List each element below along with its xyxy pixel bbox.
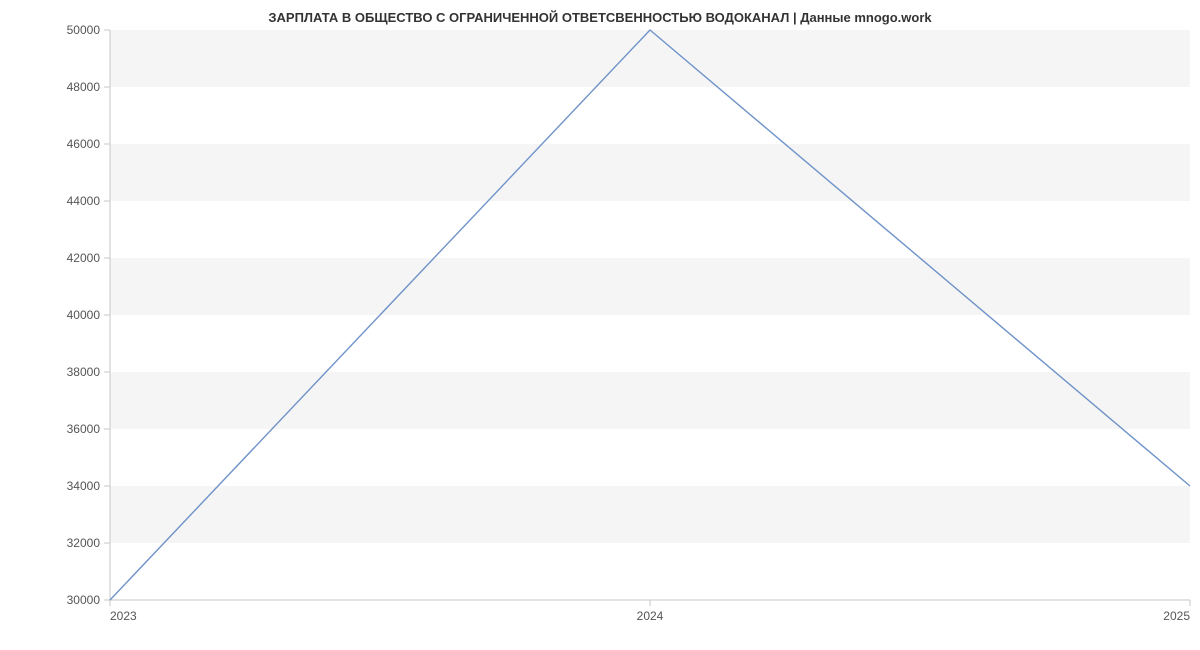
x-tick-label: 2024 xyxy=(637,609,664,623)
y-tick-label: 38000 xyxy=(67,365,101,379)
grid-band xyxy=(110,486,1190,543)
y-tick-label: 30000 xyxy=(67,593,101,607)
y-tick-label: 48000 xyxy=(67,80,101,94)
y-tick-label: 50000 xyxy=(67,23,101,37)
y-tick-label: 40000 xyxy=(67,308,101,322)
grid-band xyxy=(110,144,1190,201)
y-tick-label: 32000 xyxy=(67,536,101,550)
y-tick-label: 44000 xyxy=(67,194,101,208)
chart-svg: 30000 32000 34000 36000 38000 40000 42000 44000… xyxy=(0,0,1200,650)
grid-band xyxy=(110,258,1190,315)
x-tick-label: 2025 xyxy=(1163,609,1190,623)
x-tick-label: 2023 xyxy=(110,609,137,623)
y-tick-label: 42000 xyxy=(67,251,101,265)
y-tick-label: 34000 xyxy=(67,479,101,493)
y-tick-label: 36000 xyxy=(67,422,101,436)
chart-container: 30000 32000 34000 36000 38000 40000 42000 44000… xyxy=(0,0,1200,650)
grid-band xyxy=(110,30,1190,87)
grid-band xyxy=(110,372,1190,429)
y-tick-label: 46000 xyxy=(67,137,101,151)
